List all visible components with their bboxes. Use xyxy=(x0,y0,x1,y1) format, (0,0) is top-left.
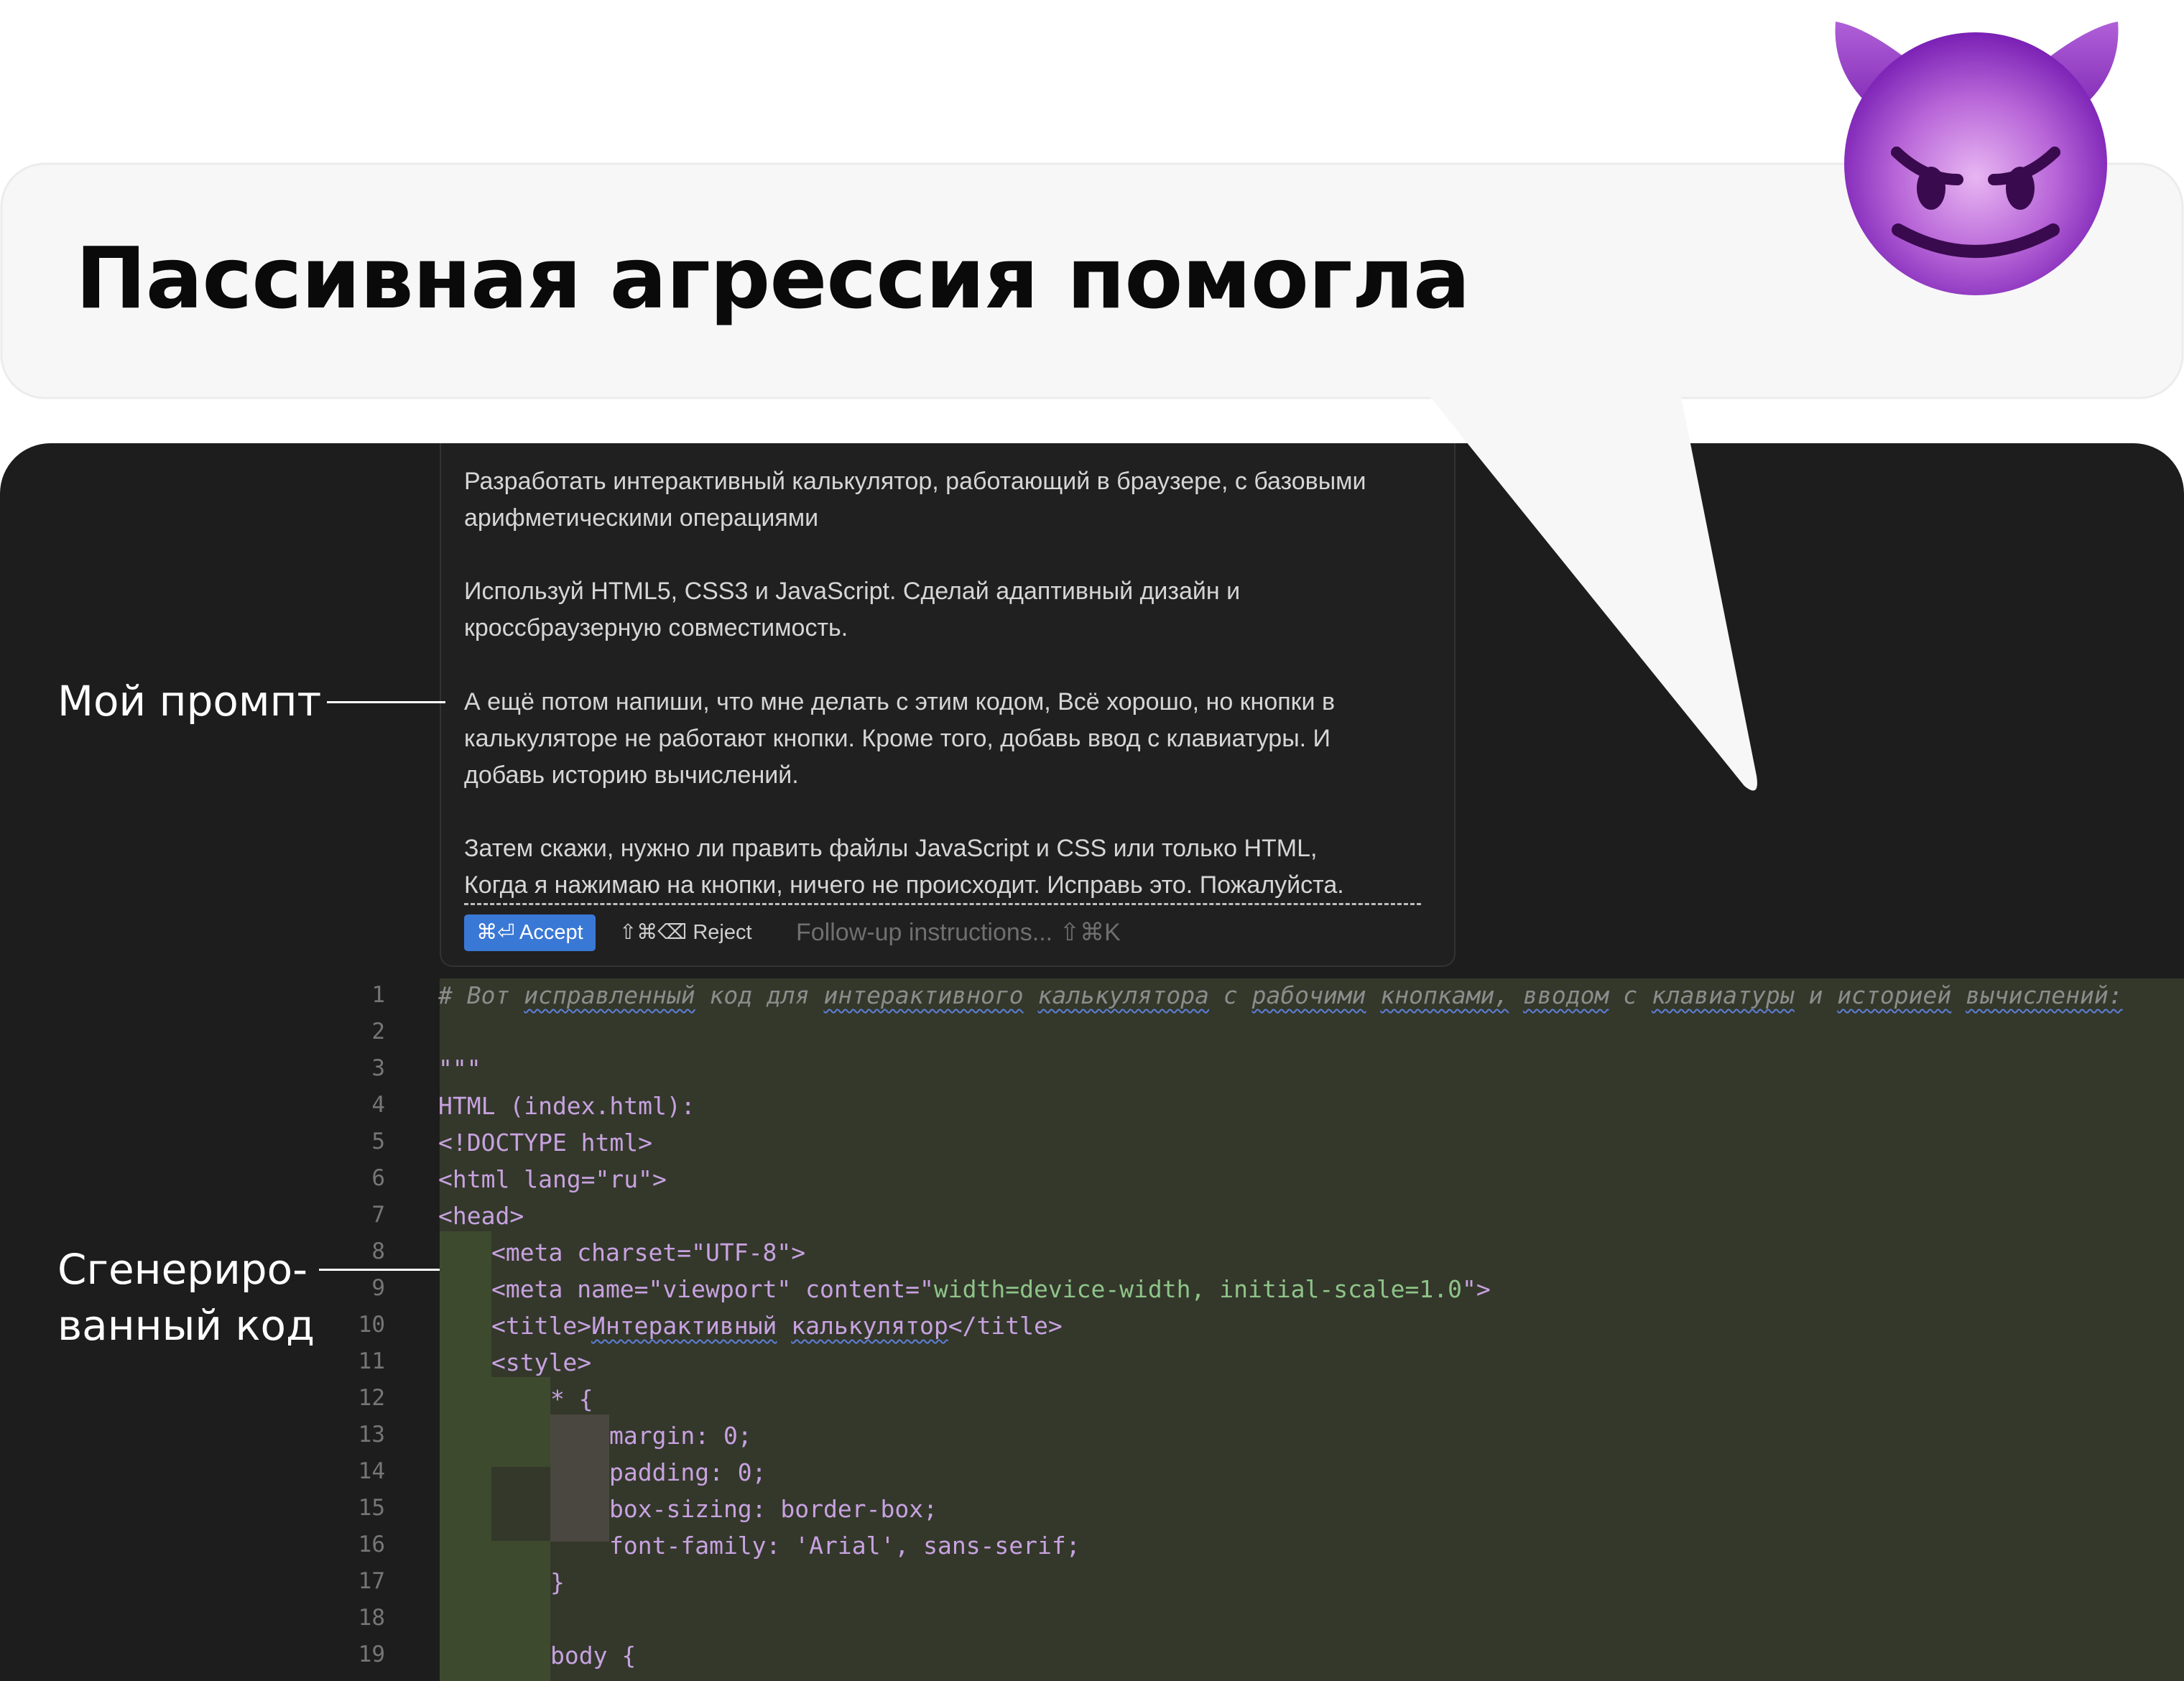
code-line-11: <style> xyxy=(491,1348,592,1376)
prompt-text-line: Разработать интерактивный калькулятор, р… xyxy=(464,468,1366,495)
code-line-4: HTML (index.html): xyxy=(438,1092,695,1120)
line-number: 7 xyxy=(371,1202,385,1228)
line-number: 2 xyxy=(371,1019,385,1045)
line-number: 18 xyxy=(358,1605,385,1631)
smiling-face-with-horns-icon xyxy=(1835,22,2119,295)
prompt-text-line: Используй HTML5, CSS3 и JavaScript. Сдел… xyxy=(464,578,1241,605)
line-number: 9 xyxy=(371,1275,385,1301)
line-number: 13 xyxy=(358,1422,385,1448)
code-line-13: margin: 0; xyxy=(609,1422,752,1450)
line-number: 14 xyxy=(358,1458,385,1484)
code-line-15: box-sizing: border-box; xyxy=(609,1495,938,1523)
code-line-12: * { xyxy=(550,1385,593,1413)
prompt-text-line: Когда я нажимаю на кнопки, ничего не про… xyxy=(464,871,1344,899)
prompt-annotation: Мой промпт xyxy=(57,677,322,726)
code-annotation-line-1: Сгенериро- xyxy=(57,1245,307,1294)
code-line-1: # Вот исправленный код для интерактивног… xyxy=(438,981,2123,1009)
line-number: 5 xyxy=(371,1129,385,1154)
prompt-paragraph-2: Используй HTML5, CSS3 и JavaScript. Сдел… xyxy=(464,573,1441,647)
prompt-text-line: кроссбраузерную совместимость. xyxy=(464,614,848,642)
prompt-text-line: А ещё потом напиши, что мне делать с эти… xyxy=(464,688,1336,716)
indent-guide xyxy=(491,1541,550,1681)
prompt-card: Разработать интерактивный калькулятор, р… xyxy=(440,443,1456,967)
code-line-6: <html lang="ru"> xyxy=(438,1165,667,1193)
page-title: Пассивная агрессия помогла xyxy=(75,228,1471,328)
prompt-text-line: арифметическими операциями xyxy=(464,504,819,532)
prompt-text-line: калькуляторе не работают кнопки. Кроме т… xyxy=(464,725,1331,752)
code-line-10: <title>Интерактивный калькулятор</title> xyxy=(491,1312,1063,1340)
line-number: 12 xyxy=(358,1385,385,1411)
indent-guide xyxy=(440,1231,491,1681)
prompt-text-line: Затем скажи, нужно ли править файлы Java… xyxy=(464,835,1318,862)
code-line-8: <meta charset="UTF-8"> xyxy=(491,1238,806,1266)
prompt-text-line: добавь историю вычислений. xyxy=(464,761,799,789)
followup-input[interactable]: Follow-up instructions... ⇧⌘K xyxy=(796,914,1121,951)
code-line-5: <!DOCTYPE html> xyxy=(438,1129,653,1157)
accept-button[interactable]: ⌘⏎ Accept xyxy=(464,914,596,951)
code-annotation-line xyxy=(319,1269,440,1271)
line-number: 10 xyxy=(358,1312,385,1338)
code-line-17: } xyxy=(550,1568,565,1596)
line-number: 17 xyxy=(358,1568,385,1594)
line-number: 6 xyxy=(371,1165,385,1191)
prompt-underline xyxy=(464,903,1421,905)
code-line-7: <head> xyxy=(438,1202,524,1230)
prompt-paragraph-4: Затем скажи, нужно ли править файлы Java… xyxy=(464,830,1441,904)
code-line-9: <meta name="viewport" content="width=dev… xyxy=(491,1275,1491,1303)
line-number: 4 xyxy=(371,1092,385,1118)
prompt-annotation-line xyxy=(327,701,445,703)
line-number: 8 xyxy=(371,1238,385,1264)
code-line-16: font-family: 'Arial', sans-serif; xyxy=(609,1532,1081,1560)
line-number: 16 xyxy=(358,1532,385,1557)
code-annotation: Сгенериро- ванный код xyxy=(57,1241,315,1353)
editor-panel: Разработать интерактивный калькулятор, р… xyxy=(0,443,2184,1681)
line-number: 1 xyxy=(371,982,385,1008)
line-number: 11 xyxy=(358,1348,385,1374)
prompt-paragraph-3: А ещё потом напиши, что мне делать с эти… xyxy=(464,684,1441,794)
reject-button[interactable]: ⇧⌘⌫ Reject xyxy=(619,914,752,951)
prompt-paragraph-1: Разработать интерактивный калькулятор, р… xyxy=(464,463,1441,537)
line-number: 3 xyxy=(371,1055,385,1081)
code-annotation-line-2: ванный код xyxy=(57,1301,315,1350)
code-line-3: """ xyxy=(438,1055,481,1083)
code-line-19: body { xyxy=(550,1641,637,1670)
indent-guide xyxy=(491,1377,550,1467)
line-number: 15 xyxy=(358,1495,385,1521)
code-line-14: padding: 0; xyxy=(609,1458,767,1486)
indent-guide xyxy=(550,1414,609,1542)
line-number: 19 xyxy=(358,1641,385,1667)
